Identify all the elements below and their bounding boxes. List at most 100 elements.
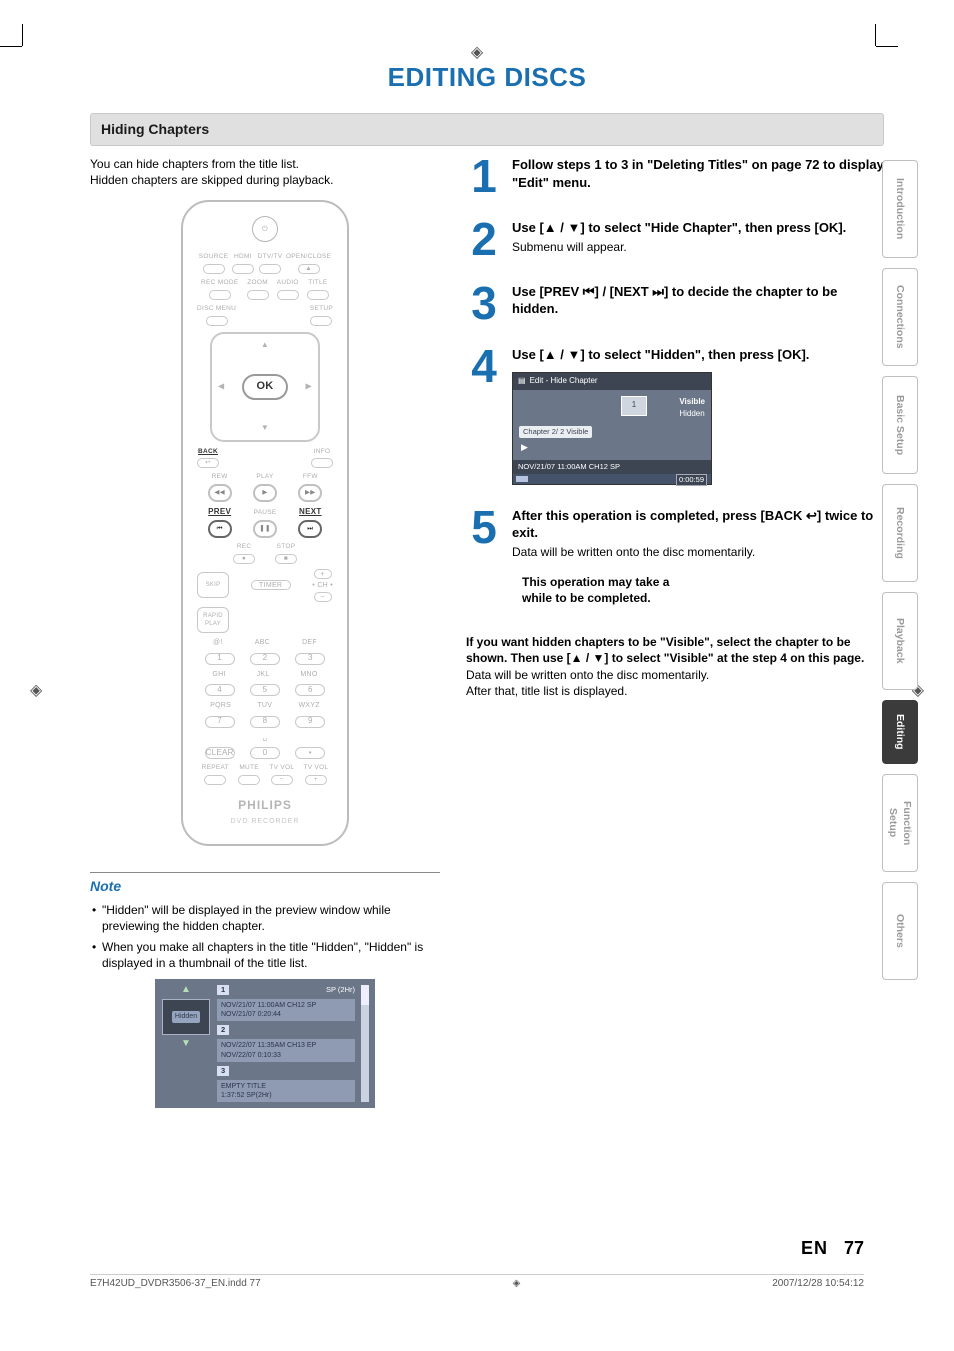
step-number: 2	[466, 219, 502, 260]
keypad-label: GHI	[212, 670, 225, 679]
keypad-button: 5	[250, 684, 280, 696]
up-arrow-icon: ▲	[544, 220, 557, 235]
btn-label: REC	[237, 543, 252, 552]
note-item: When you make all chapters in the title …	[92, 939, 440, 971]
panel-header: ▤ Edit - Hide Chapter	[513, 373, 711, 390]
edit-hide-chapter-panel: ▤ Edit - Hide Chapter 1 Visible Hidden	[512, 372, 712, 485]
step-2: 2 Use [▲ / ▼] to select "Hide Chapter", …	[466, 219, 884, 260]
preview-badge: 1	[632, 400, 636, 411]
panel-menu: Visible Hidden	[679, 396, 705, 420]
btn-label: TV VOL	[269, 764, 294, 773]
keypad-button: 2	[250, 653, 280, 665]
dpad-down-icon: ▼	[261, 423, 269, 434]
keypad-label: ␣	[263, 733, 268, 742]
title-index: 3	[217, 1066, 229, 1076]
clear-button: CLEAR	[205, 747, 235, 759]
panel-footer-left: NOV/21/07 11:00AM CH12 SP	[518, 462, 620, 472]
meta-timestamp: 2007/12/28 10:54:12	[772, 1277, 864, 1291]
tab-introduction[interactable]: Introduction	[882, 160, 918, 258]
crop-mark	[856, 46, 876, 66]
tab-editing[interactable]: Editing	[882, 700, 918, 764]
ch-minus-button: −	[314, 592, 332, 602]
rec-icon: ●	[233, 554, 255, 564]
visible-bold: If you want hidden chapters to be "Visib…	[466, 634, 884, 666]
rapid-play-button: RAPID PLAY	[197, 607, 229, 633]
progress-fill	[516, 476, 528, 482]
play-icon: ▶	[521, 441, 528, 453]
tab-function-setup[interactable]: Function Setup	[882, 774, 918, 872]
next-icon: ⏭	[298, 520, 322, 538]
keypad-button: 8	[250, 716, 280, 728]
keypad-button: 9	[295, 716, 325, 728]
intro-line1: You can hide chapters from the title lis…	[90, 157, 299, 171]
step-4: 4 Use [▲ / ▼] to select "Hidden", then p…	[466, 346, 884, 484]
panel-title: Edit - Hide Chapter	[530, 376, 598, 387]
intro-text: You can hide chapters from the title lis…	[90, 156, 440, 188]
dpad: ▲ ▼ ◀ ▶ OK	[210, 332, 320, 442]
remote-button	[238, 775, 260, 785]
step-sub: Data will be written onto the disc momen…	[512, 544, 884, 560]
keypad-label: PQRS	[210, 701, 231, 710]
keypad-button: •	[295, 747, 325, 759]
remote-button	[204, 775, 226, 785]
page-title: EDITING DISCS	[90, 60, 884, 95]
keypad-label: @!	[213, 638, 223, 647]
btn-label: AUDIO	[277, 279, 299, 288]
title-row-line: NOV/22/07 0:10:33	[221, 1051, 316, 1060]
step-lead: Use [PREV ⏮] / [NEXT ⏭] to decide the ch…	[512, 283, 884, 318]
step-number: 4	[466, 346, 502, 484]
step-sub: Submenu will appear.	[512, 239, 884, 255]
btn-label: REW	[212, 473, 228, 482]
btn-label: SETUP	[310, 305, 333, 314]
keypad-button: 3	[295, 653, 325, 665]
progress-time: 0:00:59	[676, 474, 707, 486]
step-number: 1	[466, 156, 502, 197]
remote-button	[310, 316, 332, 326]
btn-label: ZOOM	[247, 279, 268, 288]
tab-recording[interactable]: Recording	[882, 484, 918, 582]
title-index: 2	[217, 1025, 229, 1035]
title-row: NOV/22/07 11:35AM CH13 EP NOV/22/07 0:10…	[217, 1039, 355, 1061]
rew-icon: ◀◀	[208, 484, 232, 502]
down-arrow-icon: ▼	[181, 1039, 191, 1049]
tab-others[interactable]: Others	[882, 882, 918, 980]
remote-button	[206, 316, 228, 326]
title-row-line: NOV/21/07 0:20:44	[221, 1010, 316, 1019]
remote-button: −	[271, 775, 293, 785]
list-icon: ▤	[518, 376, 526, 387]
pause-icon: ❚❚	[253, 520, 277, 538]
keypad-button: 0	[250, 747, 280, 759]
up-arrow-icon: ▲	[181, 985, 191, 995]
remote-button	[203, 264, 225, 274]
dpad-up-icon: ▲	[261, 340, 269, 351]
btn-label: DISC MENU	[197, 305, 236, 314]
next-label: NEXT	[299, 507, 322, 518]
note-heading: Note	[90, 872, 440, 896]
keypad-label: WXYZ	[298, 701, 319, 710]
hidden-badge: Hidden	[172, 1011, 200, 1022]
tab-basic-setup[interactable]: Basic Setup	[882, 376, 918, 474]
btn-label: TITLE	[308, 279, 327, 288]
power-icon: ⏻	[252, 216, 278, 242]
step-3: 3 Use [PREV ⏮] / [NEXT ⏭] to decide the …	[466, 283, 884, 324]
remote-button	[232, 264, 254, 274]
ffw-icon: ▶▶	[298, 484, 322, 502]
prev-label: PREV	[208, 507, 231, 518]
step-number: 5	[466, 507, 502, 613]
visible-line: After that, title list is displayed.	[466, 683, 884, 699]
dpad-right-icon: ▶	[306, 381, 312, 392]
brand-subtitle: DVD RECORDER	[197, 817, 333, 826]
dpad-left-icon: ◀	[218, 381, 224, 392]
btn-label: PAUSE	[253, 509, 276, 518]
remote-button	[247, 290, 269, 300]
tab-playback[interactable]: Playback	[882, 592, 918, 690]
title-row-line: 1:37:52 SP(2Hr)	[221, 1091, 272, 1100]
progress-bar: 0:00:59	[513, 474, 711, 484]
tab-connections[interactable]: Connections	[882, 268, 918, 366]
step-lead: Follow steps 1 to 3 in "Deleting Titles"…	[512, 156, 884, 191]
keypad-label: TUV	[257, 701, 272, 710]
keypad-label: DEF	[302, 638, 317, 647]
remote-button	[307, 290, 329, 300]
down-arrow-icon: ▼	[568, 220, 581, 235]
menu-item: Hidden	[679, 408, 705, 420]
